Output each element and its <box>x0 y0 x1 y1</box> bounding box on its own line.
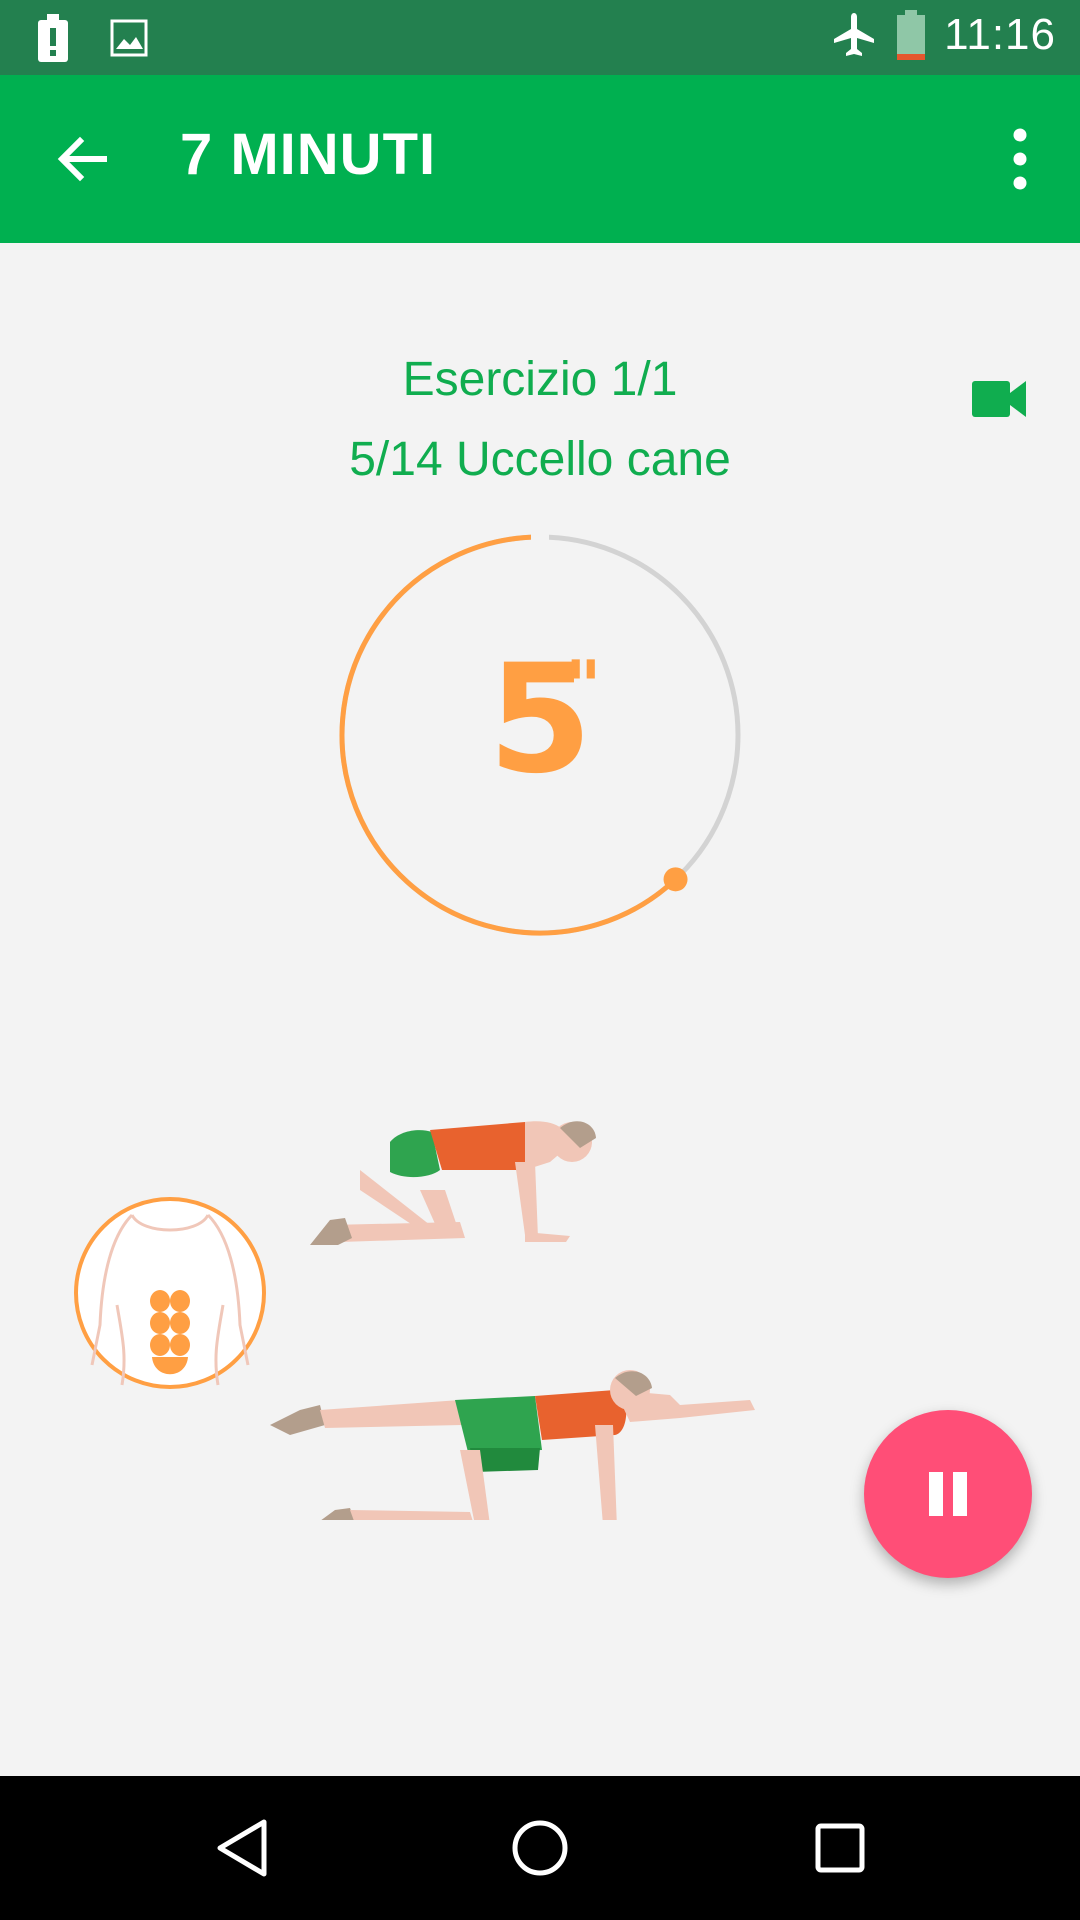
exercise-header: Esercizio 1/1 5/14 Uccello cane <box>0 345 1080 495</box>
app-bar: 7 MINUTI <box>0 75 1080 243</box>
exercise-name: 5/14 Uccello cane <box>349 433 731 486</box>
countdown-progress-dot <box>663 867 688 892</box>
exercise-count: Esercizio 1/1 <box>402 353 678 406</box>
image-icon <box>110 19 148 57</box>
alert-icon <box>38 14 68 62</box>
more-vert-icon[interactable] <box>1000 123 1040 195</box>
recents-square-icon[interactable] <box>804 1812 876 1884</box>
exercise-illustration <box>270 1121 755 1520</box>
battery-icon <box>897 10 926 60</box>
airplane-icon <box>834 13 875 56</box>
countdown-unit: " <box>565 646 602 728</box>
target-muscle-icon <box>74 1197 266 1389</box>
pause-button[interactable] <box>864 1410 1032 1578</box>
videocam-icon[interactable] <box>970 375 1028 423</box>
home-circle-icon[interactable] <box>504 1812 576 1884</box>
status-bar: 11:16 <box>0 0 1080 75</box>
system-nav-bar <box>0 1776 1080 1920</box>
pause-icon-bar <box>953 1472 967 1516</box>
arrow-back-icon[interactable] <box>50 127 114 191</box>
pause-icon <box>929 1472 943 1516</box>
page-title: 7 MINUTI <box>180 122 437 187</box>
back-triangle-icon[interactable] <box>206 1812 278 1884</box>
exercise-pose-start <box>310 1121 596 1245</box>
status-time: 11:16 <box>944 10 1056 59</box>
exercise-pose-extended <box>270 1370 755 1520</box>
